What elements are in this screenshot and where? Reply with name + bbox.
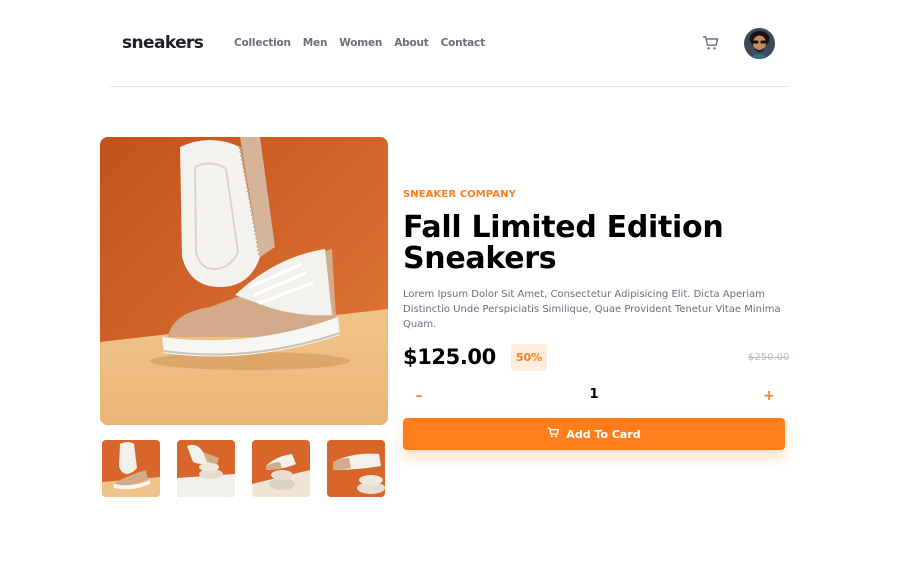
decrease-quantity-button[interactable]: –	[404, 382, 434, 409]
thumbnail-2[interactable]	[177, 440, 235, 497]
product-main-image[interactable]	[100, 137, 388, 425]
discount-badge: 50%	[511, 344, 547, 371]
company-label: SNEAKER COMPANY	[403, 189, 516, 200]
original-price: $250.00	[748, 352, 790, 363]
thumbnail-1[interactable]	[102, 440, 160, 497]
nav-link-about[interactable]: About	[394, 37, 429, 49]
quantity-stepper: 1 – +	[403, 382, 785, 409]
user-avatar[interactable]	[744, 28, 775, 59]
increase-quantity-button[interactable]: +	[754, 382, 784, 409]
main-nav: Collection Men Women About Contact	[234, 37, 485, 49]
cart-icon[interactable]	[702, 34, 720, 52]
quantity-value: 1	[589, 387, 599, 402]
current-price: $125.00	[403, 345, 496, 369]
nav-link-contact[interactable]: Contact	[441, 37, 486, 49]
nav-link-women[interactable]: Women	[339, 37, 382, 49]
product-title: Fall Limited Edition Sneakers	[403, 210, 724, 276]
cart-icon	[547, 426, 560, 442]
thumbnail-3[interactable]	[252, 440, 310, 497]
nav-link-men[interactable]: Men	[303, 37, 328, 49]
site-header: sneakers Collection Men Women About Cont…	[110, 0, 790, 87]
add-to-cart-button[interactable]: Add To Card	[403, 418, 785, 450]
thumbnail-4[interactable]	[327, 440, 385, 497]
logo[interactable]: sneakers	[122, 33, 204, 53]
add-to-cart-label: Add To Card	[566, 427, 641, 441]
nav-link-collection[interactable]: Collection	[234, 37, 291, 49]
product-description: Lorem Ipsum Dolor Sit Amet, Consectetur …	[403, 289, 781, 330]
thumbnail-strip	[102, 440, 385, 497]
